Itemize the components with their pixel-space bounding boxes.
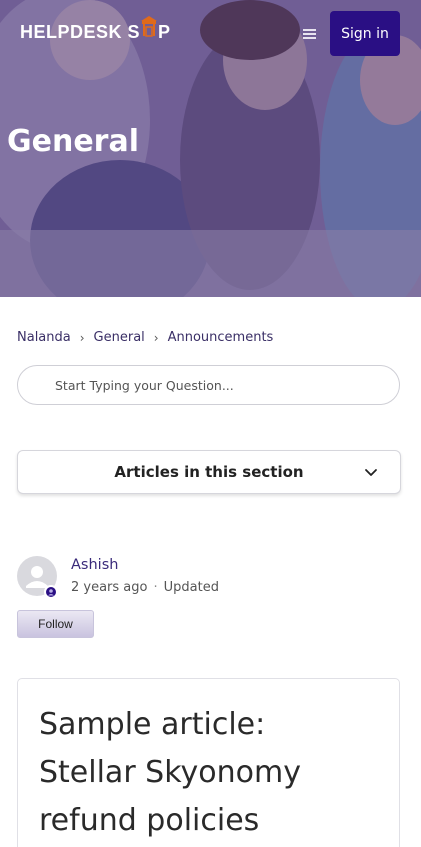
article-meta: 2 years ago · Updated: [71, 580, 219, 595]
search-input[interactable]: [55, 366, 385, 404]
brand-text-prefix: HELPDESK S: [20, 22, 141, 42]
chevron-right-icon: ›: [79, 330, 85, 345]
author-name-link[interactable]: Ashish: [71, 557, 118, 573]
meta-separator: ·: [153, 580, 158, 595]
article-timestamp: 2 years ago: [71, 580, 148, 595]
shop-icon: [140, 15, 158, 42]
article-card: Sample article: Stellar Skyonomy refund …: [17, 678, 400, 847]
search-box: [17, 365, 400, 405]
brand-logo[interactable]: HELPDESK S P: [20, 15, 171, 43]
follow-button[interactable]: Follow: [17, 610, 94, 638]
agent-badge-icon: [44, 585, 58, 599]
sign-in-button[interactable]: Sign in: [330, 11, 400, 56]
article-title: Sample article: Stellar Skyonomy refund …: [39, 707, 301, 838]
breadcrumb-item-nalanda[interactable]: Nalanda: [17, 330, 71, 345]
articles-section-label: Articles in this section: [114, 463, 304, 481]
hamburger-icon[interactable]: [303, 29, 316, 39]
page-title: General: [7, 124, 139, 159]
breadcrumb-item-general[interactable]: General: [94, 330, 145, 345]
chevron-right-icon: ›: [153, 330, 159, 345]
breadcrumb-item-announcements[interactable]: Announcements: [168, 330, 274, 345]
articles-section-dropdown[interactable]: Articles in this section: [17, 450, 401, 494]
chevron-down-icon: [365, 469, 377, 476]
brand-text-suffix: P: [158, 22, 171, 42]
article-status: Updated: [163, 580, 219, 595]
hero-banner: HELPDESK S P Sign in General: [0, 0, 421, 297]
breadcrumb: Nalanda › General › Announcements: [17, 330, 273, 345]
